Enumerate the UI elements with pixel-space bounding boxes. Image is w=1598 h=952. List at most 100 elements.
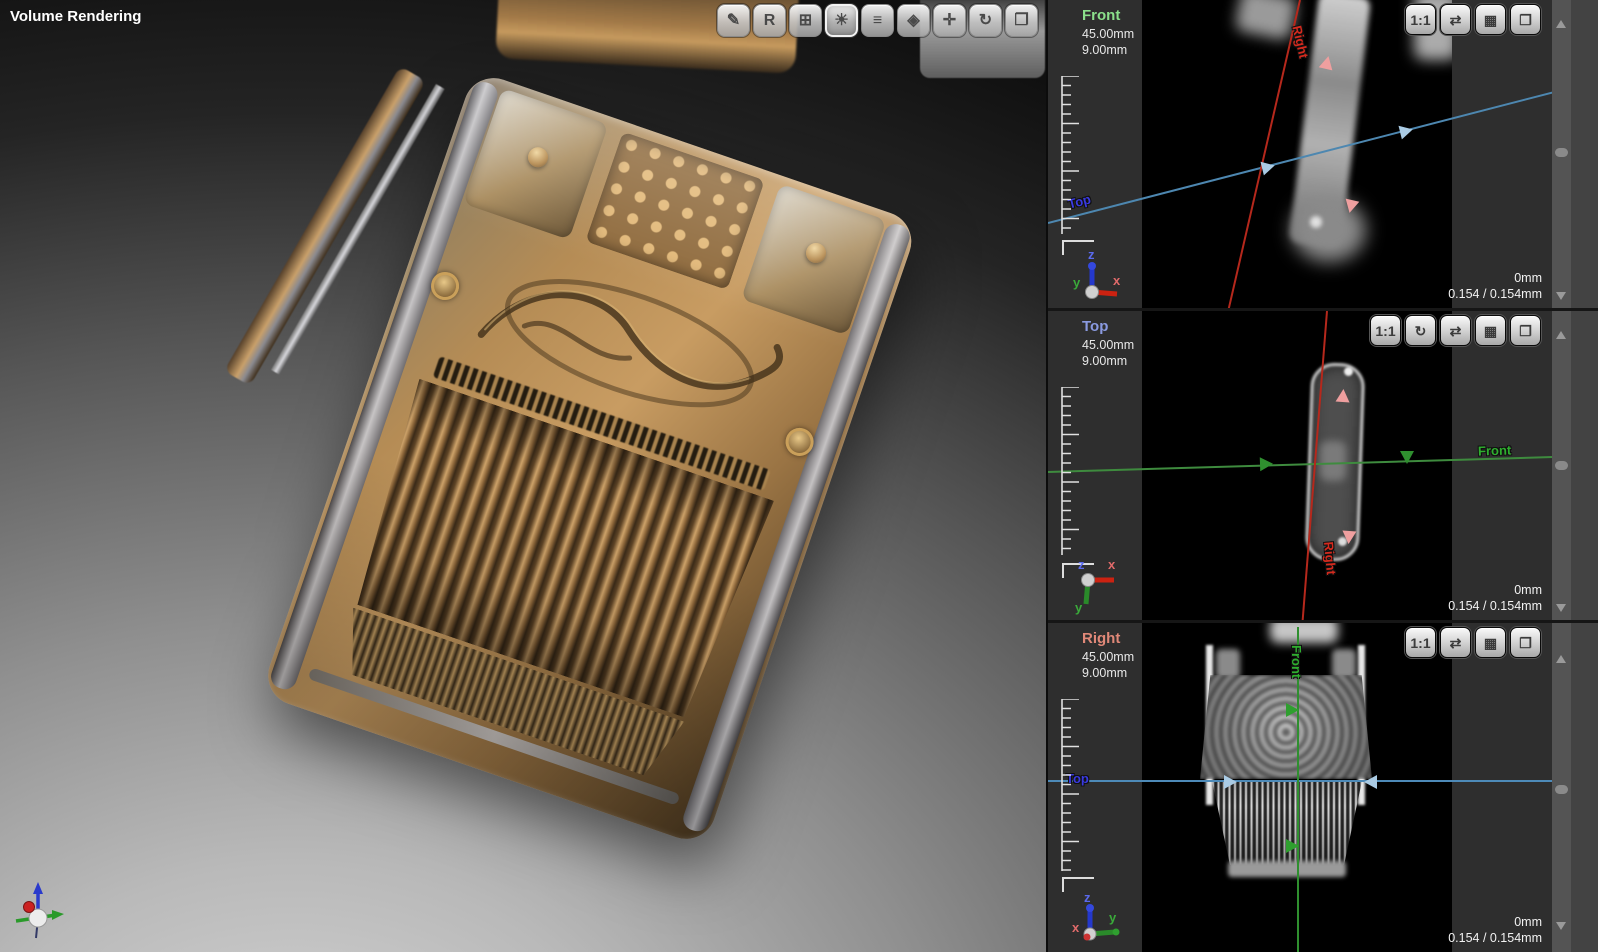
right-toolbar: 1:1 ⇄ ▦ ❐ (1405, 627, 1541, 658)
slice-direction-arrow[interactable] (1342, 531, 1357, 545)
crosshair-label-front[interactable]: Front (1289, 645, 1304, 678)
scroll-up-icon[interactable] (1556, 20, 1566, 28)
pixel-resolution: 0.154 / 0.154mm (1448, 598, 1542, 614)
scroll-up-icon[interactable] (1556, 331, 1566, 339)
mirror-slice-icon[interactable]: ⇄ (1440, 627, 1471, 658)
unfold-views-icon[interactable]: ▦ (1475, 627, 1506, 658)
right-slice-scrollbar[interactable] (1552, 623, 1571, 952)
rotate-slice-icon[interactable]: ↻ (1405, 315, 1436, 346)
svg-text:y: y (1109, 910, 1117, 925)
slice-direction-arrow[interactable] (1336, 389, 1351, 403)
front-toolbar: 1:1 ⇄ ▦ ❐ (1405, 4, 1541, 35)
right-readout: 0mm 0.154 / 0.154mm (1448, 914, 1542, 946)
slice-direction-arrow[interactable] (1364, 775, 1377, 789)
zoom-1-1-icon[interactable]: 1:1 (1405, 4, 1436, 35)
slice-direction-arrow[interactable] (1400, 451, 1414, 464)
registration-icon[interactable]: R (753, 4, 786, 37)
maximize-view-icon[interactable]: ❐ (1510, 627, 1541, 658)
panel-edge-strip (1571, 623, 1598, 952)
top-header: Top 45.00mm 9.00mm (1082, 317, 1134, 369)
svg-text:y: y (1073, 275, 1081, 290)
slice-direction-arrow[interactable] (1286, 703, 1299, 717)
slice-feature (1270, 623, 1338, 643)
mirror-slice-icon[interactable]: ⇄ (1440, 4, 1471, 35)
slice-direction-arrow[interactable] (1286, 839, 1299, 853)
unfold-views-icon[interactable]: ▦ (1475, 315, 1506, 346)
panel-edge-strip (1571, 0, 1598, 308)
slice-feature (1332, 649, 1356, 679)
pixel-resolution: 0.154 / 0.154mm (1448, 286, 1542, 302)
top-thickness-label: 9.00mm (1082, 353, 1134, 369)
render-settings-icon[interactable]: ✎ (717, 4, 750, 37)
svg-text:x: x (1113, 273, 1121, 288)
slice-feature (1216, 649, 1240, 679)
top-width-label: 45.00mm (1082, 337, 1134, 353)
maximize-view-icon[interactable]: ❐ (1510, 4, 1541, 35)
scroll-thumb[interactable] (1555, 148, 1568, 157)
rotate-view-icon[interactable]: ↻ (969, 4, 1002, 37)
app-window: Volume Rendering ✎ R ⊞ ☀ ≡ ◈ ✛ ↻ ❐ (0, 0, 1598, 952)
renderer-presets-icon[interactable]: ≡ (861, 4, 894, 37)
right-ruler (1058, 699, 1084, 875)
slice-feature (1228, 861, 1346, 877)
pan-icon[interactable]: ✛ (933, 4, 966, 37)
crosshair-top-line[interactable] (1048, 780, 1598, 782)
scroll-up-icon[interactable] (1556, 655, 1566, 663)
slice-direction-arrow[interactable] (1343, 199, 1360, 215)
svg-text:z: z (1078, 557, 1085, 572)
unfold-views-icon[interactable]: ▦ (1475, 4, 1506, 35)
top-slice-scrollbar[interactable] (1552, 311, 1571, 620)
lighting-icon[interactable]: ☀ (825, 4, 858, 37)
slice-feature (1310, 216, 1322, 228)
annotations-cube-icon[interactable]: ◈ (897, 4, 930, 37)
crosshair-label-front[interactable]: Front (1478, 442, 1512, 458)
slice-feature (1234, 0, 1298, 41)
clipping-plane-icon[interactable]: ⊞ (789, 4, 822, 37)
right-header: Right 45.00mm 9.00mm (1082, 629, 1134, 681)
zoom-1-1-icon[interactable]: 1:1 (1370, 315, 1401, 346)
pixel-resolution: 0.154 / 0.154mm (1448, 930, 1542, 946)
slice-view-top[interactable]: Front Right Top 45.00mm 9.00mm 1:1 ↻ ⇄ ▦… (1048, 308, 1598, 620)
maximize-view-icon[interactable]: ❐ (1005, 4, 1038, 37)
top-readout: 0mm 0.154 / 0.154mm (1448, 582, 1542, 614)
slice-position: 0mm (1448, 270, 1542, 286)
slice-feature (1320, 441, 1346, 481)
front-thickness-label: 9.00mm (1082, 42, 1134, 58)
slice-view-front[interactable]: Top Right Front 45.00mm 9.00mm 1:1 ⇄ ▦ ❐ (1048, 0, 1598, 308)
mirror-slice-icon[interactable]: ⇄ (1440, 315, 1471, 346)
slice-feature (1344, 367, 1353, 376)
slice-feature (1200, 675, 1372, 779)
slice-direction-arrow[interactable] (1319, 55, 1336, 71)
maximize-view-icon[interactable]: ❐ (1510, 315, 1541, 346)
slice-position: 0mm (1448, 582, 1542, 598)
scroll-down-icon[interactable] (1556, 292, 1566, 300)
top-ruler (1058, 387, 1084, 559)
volume-rendering-view[interactable]: Volume Rendering ✎ R ⊞ ☀ ≡ ◈ ✛ ↻ ❐ (0, 0, 1046, 952)
slice-direction-arrow[interactable] (1224, 775, 1237, 789)
scroll-down-icon[interactable] (1556, 604, 1566, 612)
panel-edge-strip (1571, 311, 1598, 620)
right-axis-gizmo: z y x (1062, 886, 1132, 948)
right-thickness-label: 9.00mm (1082, 665, 1134, 681)
scroll-down-icon[interactable] (1556, 922, 1566, 930)
front-slice-scrollbar[interactable] (1552, 0, 1571, 308)
right-width-label: 45.00mm (1082, 649, 1134, 665)
svg-text:x: x (1108, 557, 1116, 572)
scroll-thumb[interactable] (1555, 785, 1568, 794)
orientation-gizmo (6, 874, 70, 946)
zoom-1-1-icon[interactable]: 1:1 (1405, 627, 1436, 658)
front-ruler (1058, 76, 1084, 238)
front-view-title: Front (1082, 6, 1134, 26)
slice-views-column: Top Right Front 45.00mm 9.00mm 1:1 ⇄ ▦ ❐ (1046, 0, 1598, 952)
slice-view-right[interactable]: Top Front Right 45.00mm 9.00mm 1:1 ⇄ ▦ ❐ (1048, 620, 1598, 952)
svg-text:y: y (1075, 600, 1083, 615)
scroll-thumb[interactable] (1555, 461, 1568, 470)
crosshair-label-right[interactable]: Right (1321, 541, 1339, 575)
top-axis-gizmo: z x y (1062, 554, 1132, 616)
svg-text:x: x (1072, 920, 1080, 935)
front-axis-gizmo: z x y (1062, 246, 1132, 304)
front-width-label: 45.00mm (1082, 26, 1134, 42)
slice-direction-arrow[interactable] (1260, 457, 1273, 471)
svg-text:z: z (1088, 247, 1095, 262)
top-view-title: Top (1082, 317, 1134, 337)
